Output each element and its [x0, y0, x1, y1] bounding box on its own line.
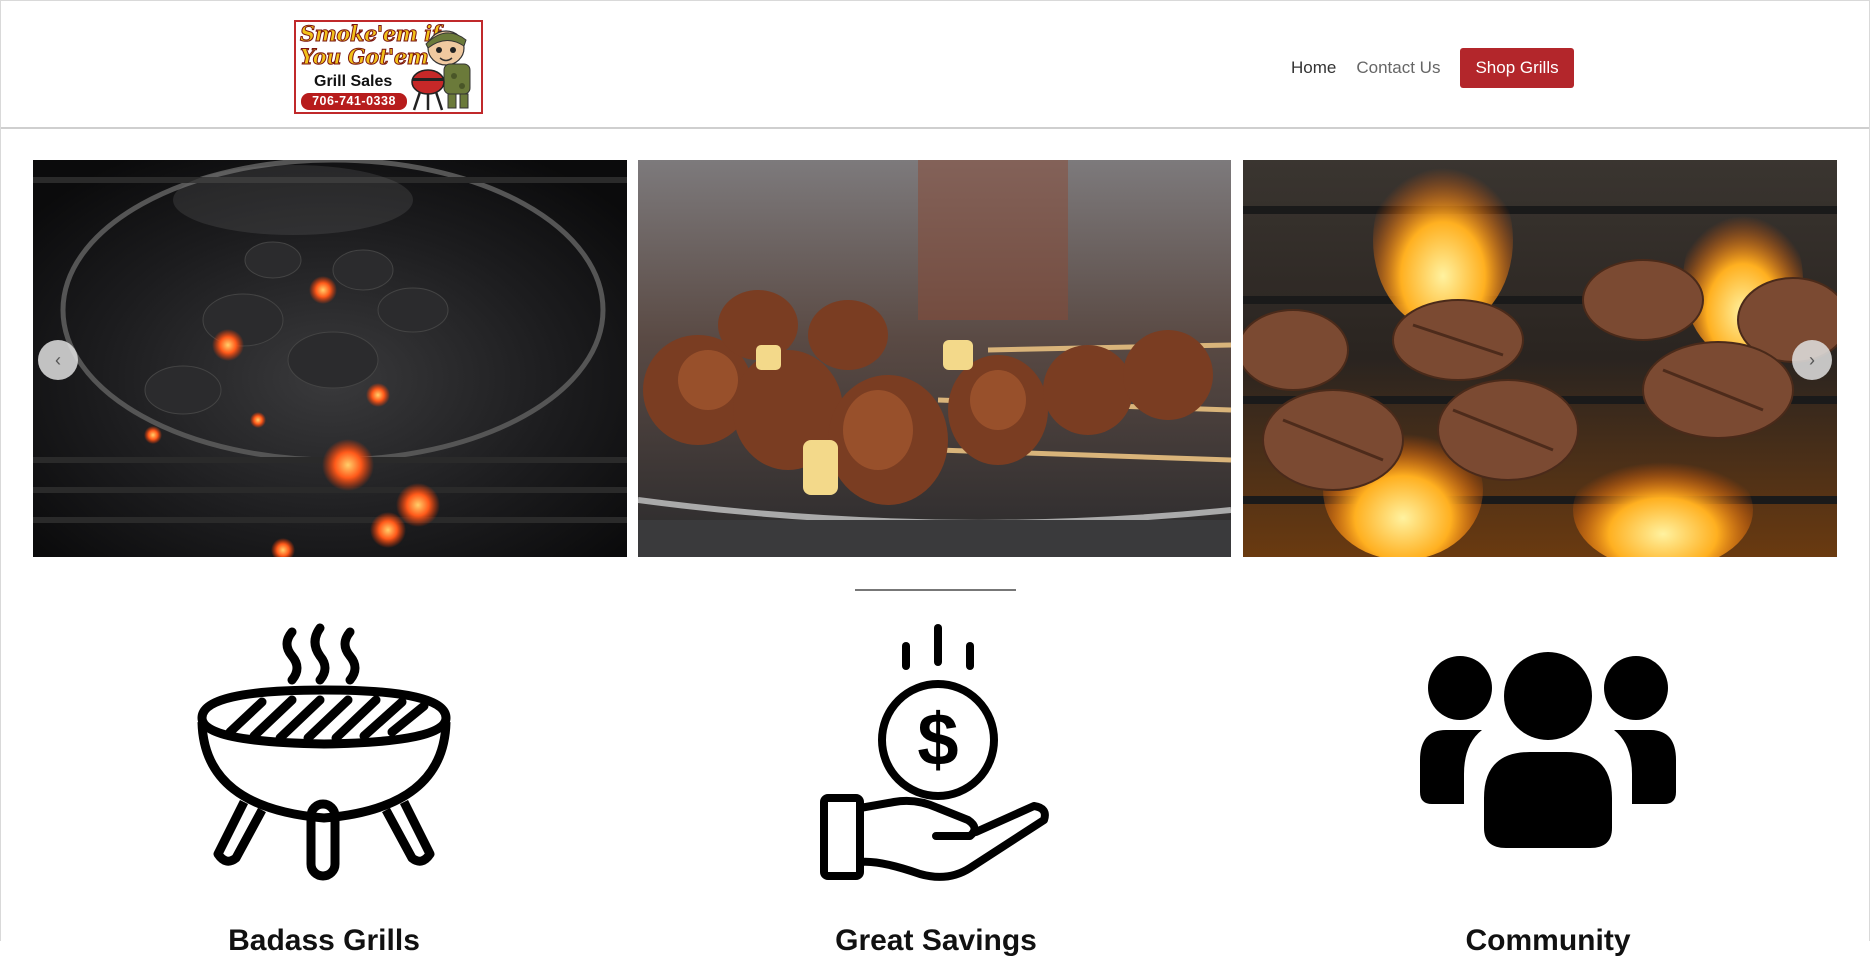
burgers-on-flame-photo: [1243, 160, 1837, 557]
slide-charcoal-embers: [33, 160, 627, 557]
image-carousel: [33, 160, 1837, 557]
carousel-prev-button[interactable]: ‹: [38, 340, 78, 380]
site-header: Smoke'em if You Got'em Grill Sales 706-7…: [1, 1, 1869, 129]
feature-title-savings: Great Savings: [835, 924, 1037, 957]
nav-contact-link[interactable]: Contact Us: [1356, 58, 1440, 78]
community-icon: [1420, 652, 1676, 848]
nav-home-link[interactable]: Home: [1291, 58, 1336, 78]
logo-subtitle: Grill Sales: [314, 73, 393, 90]
mascot-icon: [411, 30, 471, 111]
charcoal-embers-photo: [33, 160, 627, 557]
kebab-skewers-photo: [638, 160, 1231, 557]
svg-text:$: $: [917, 698, 958, 781]
feature-title-grills: Badass Grills: [228, 924, 420, 957]
savings-icon: $: [820, 624, 1049, 881]
main-nav: Home Contact Us Shop Grills: [1291, 48, 1574, 88]
grill-icon: [197, 623, 451, 881]
logo-phone: 706-741-0338: [301, 93, 407, 110]
slide-kebab-skewers: [638, 160, 1231, 557]
section-divider: [855, 589, 1016, 591]
shop-grills-button[interactable]: Shop Grills: [1460, 48, 1574, 88]
feature-title-community: Community: [1465, 924, 1631, 957]
slide-burgers-on-flame: [1243, 160, 1837, 557]
site-logo[interactable]: Smoke'em if You Got'em Grill Sales 706-7…: [294, 20, 483, 114]
carousel-next-button[interactable]: ›: [1792, 340, 1832, 380]
